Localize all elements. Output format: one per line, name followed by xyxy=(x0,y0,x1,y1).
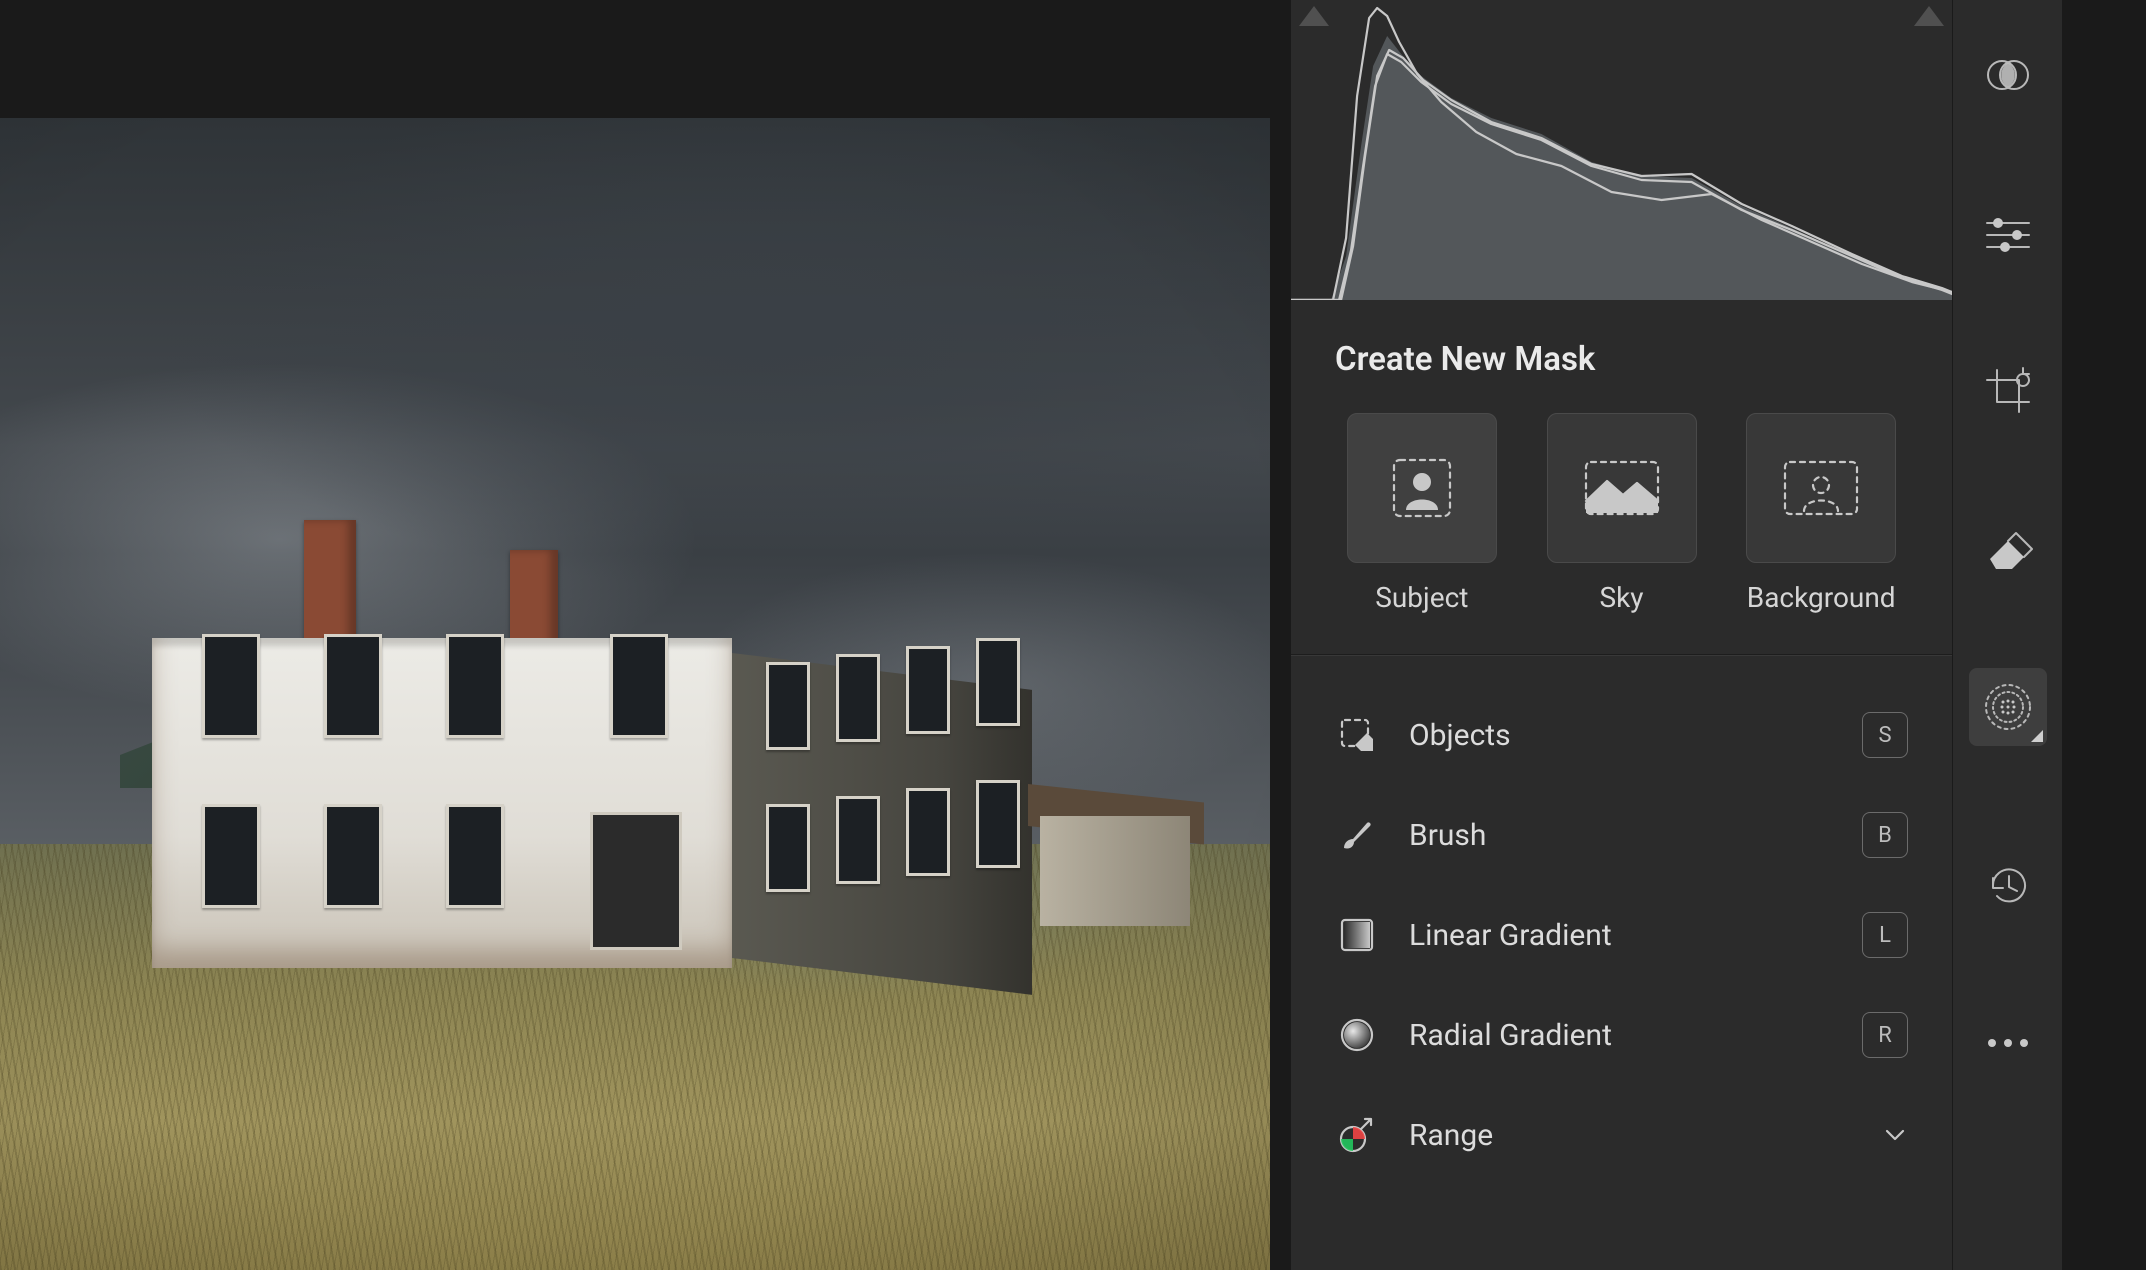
mask-tiles: Subject Sky xyxy=(1291,413,1952,654)
histogram-svg xyxy=(1291,6,1952,300)
mask-tool-radial-gradient[interactable]: Radial Gradient R xyxy=(1335,985,1908,1085)
toolbar-healing[interactable] xyxy=(1969,510,2047,588)
tile-label: Subject xyxy=(1375,581,1468,614)
tool-label: Objects xyxy=(1409,718,1832,753)
toolbar-versions[interactable] xyxy=(1969,846,2047,924)
toolbar-crop[interactable] xyxy=(1969,352,2047,430)
tool-shortcut: S xyxy=(1862,712,1908,758)
tool-label: Brush xyxy=(1409,818,1832,853)
mask-tool-range[interactable]: Range xyxy=(1335,1085,1908,1185)
mask-tool-objects[interactable]: Objects S xyxy=(1335,685,1908,785)
panel-title: Create New Mask xyxy=(1291,300,1952,413)
mask-tile-sky[interactable]: Sky xyxy=(1535,413,1709,614)
toolbar-edit[interactable] xyxy=(1969,194,2047,272)
photo-preview[interactable] xyxy=(0,118,1270,1270)
eraser-icon xyxy=(1982,529,2034,569)
toolbar-masking[interactable] xyxy=(1969,668,2047,746)
brush-icon xyxy=(1335,815,1379,855)
mask-tool-list: Objects S Brush B xyxy=(1291,655,1952,1185)
history-icon xyxy=(1983,860,2033,910)
tile-label: Background xyxy=(1747,581,1896,614)
tool-label: Range xyxy=(1409,1118,1848,1153)
chevron-down-icon xyxy=(1882,1122,1908,1148)
toolbar-more[interactable] xyxy=(1969,1004,2047,1082)
mask-tile-background[interactable]: Background xyxy=(1734,413,1908,614)
mask-tool-brush[interactable]: Brush B xyxy=(1335,785,1908,885)
app-root: Create New Mask Subject xyxy=(0,0,2146,1270)
mask-tool-linear-gradient[interactable]: Linear Gradient L xyxy=(1335,885,1908,985)
tool-label: Radial Gradient xyxy=(1409,1018,1832,1053)
histogram[interactable] xyxy=(1291,0,1952,300)
range-icon xyxy=(1335,1115,1379,1155)
tool-label: Linear Gradient xyxy=(1409,918,1832,953)
dots-icon xyxy=(1985,1036,2031,1050)
tool-shortcut: L xyxy=(1862,912,1908,958)
sky-icon xyxy=(1583,459,1661,517)
radial-gradient-icon xyxy=(1335,1016,1379,1054)
crop-icon xyxy=(1983,366,2033,416)
tile-label: Sky xyxy=(1599,581,1643,614)
mask-circle-icon xyxy=(1980,679,2036,735)
toolbar-masking-overlay[interactable] xyxy=(1969,36,2047,114)
right-toolbar xyxy=(1952,0,2062,1270)
tool-shortcut: R xyxy=(1862,1012,1908,1058)
tool-shortcut: B xyxy=(1862,812,1908,858)
mask-tile-subject[interactable]: Subject xyxy=(1335,413,1509,614)
overlay-icon xyxy=(1983,50,2033,100)
background-icon xyxy=(1782,459,1860,517)
linear-gradient-icon xyxy=(1335,916,1379,954)
sliders-icon xyxy=(1983,213,2033,253)
objects-icon xyxy=(1335,715,1379,755)
right-panel: Create New Mask Subject xyxy=(1290,0,1952,1270)
subject-icon xyxy=(1386,452,1458,524)
canvas-area[interactable] xyxy=(0,0,1290,1270)
